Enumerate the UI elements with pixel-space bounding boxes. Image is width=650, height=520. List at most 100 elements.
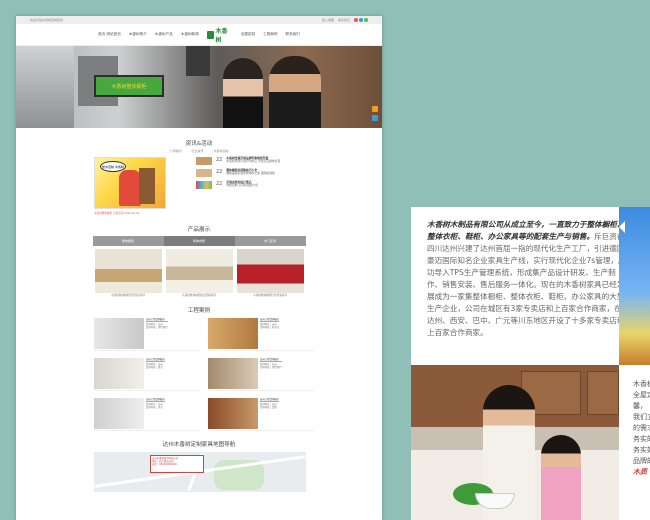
weibo-icon[interactable]: [354, 18, 358, 22]
case-card[interactable]: 达州工程案例展示 案例地址：达州 案例风格：美式: [94, 397, 200, 431]
right-text-line: 馨，: [633, 402, 647, 410]
product-card[interactable]: 木香树整体橱柜欧式风格系列: [164, 248, 235, 297]
photo-cabinet: [587, 371, 619, 415]
tab-doors[interactable]: 木门系列: [234, 235, 306, 246]
case-card[interactable]: 达州工程案例展示 案例地址：达州 案例风格：现代简约: [208, 357, 314, 391]
case-card[interactable]: 达州工程案例展示 案例地址：达州 案例风格：新中式: [208, 317, 314, 351]
panel-notch: [619, 221, 625, 233]
case-card[interactable]: 达州工程案例展示 案例地址：达州 案例风格：现代简约: [94, 317, 200, 351]
right-text-line: 的需求: [633, 424, 650, 432]
cartoon-door: [139, 168, 155, 204]
product-card[interactable]: 木香树整体橱柜现代简约系列: [93, 248, 164, 297]
main-nav: 首页 网站首页 木香树简介 木香树产品 木香树新闻 木香树 全屋定制 工程案例 …: [16, 24, 382, 46]
product-image: [236, 248, 304, 293]
news-desc: 衣柜定制 空间利用最大化: [226, 183, 259, 188]
banner-cabinet: [16, 46, 74, 128]
news-thumb: [196, 157, 212, 165]
location-map[interactable]: 达州木香树家具有限公司 地址：四川省达州市 电话：0818-0000000: [94, 451, 306, 492]
banner-man: [269, 56, 321, 128]
case-desc: 案例地址：达州 案例风格：现代简约: [260, 362, 282, 369]
product-image: [165, 248, 233, 293]
right-text-line: 品牌的: [633, 457, 650, 465]
tab-wardrobes[interactable]: 整体衣柜: [163, 235, 235, 246]
float-top-icon[interactable]: [372, 115, 378, 121]
product-card[interactable]: 木香树整体橱柜红色烤漆系列: [235, 248, 306, 297]
news-section-title: 资讯&活动: [185, 141, 213, 147]
right-text-line: 木质: [633, 468, 647, 476]
website-page: 欢迎光临木香树定制家具 加入收藏 联系我们 首页 网站首页 木香树简介 木香树产…: [16, 16, 382, 520]
right-text-line: 务实好: [633, 446, 650, 454]
right-text-line: 木香树: [633, 380, 650, 388]
product-tabs: 整体橱柜 整体衣柜 木门系列: [16, 235, 382, 246]
logo[interactable]: 木香树: [206, 28, 233, 44]
case-title: 达州工程案例展示: [260, 317, 280, 322]
news-block: 整木定制 木香树 22 木香树全屋定制品牌形象焕新升级 木香树坚持以客户为中心 为…: [94, 156, 306, 209]
news-item[interactable]: 22 整体橱柜的选购技巧大全 橱柜是厨房装修的重中之重 选购需谨慎: [196, 168, 306, 177]
news-desc: 橱柜是厨房装修的重中之重 选购需谨慎: [226, 171, 275, 176]
news-desc: 木香树坚持以客户为中心 为您打造整体家居: [226, 159, 281, 164]
tab-activities[interactable]: 木香树活动: [214, 149, 229, 153]
news-text: 定制衣柜的设计要点 衣柜定制 空间利用最大化: [226, 180, 296, 188]
right-text-line: 我们立: [633, 413, 650, 421]
case-info: 达州工程案例展示 案例地址：达州 案例风格：现代简约: [260, 358, 282, 390]
tab-company-news[interactable]: 公司新闻: [169, 149, 181, 153]
case-image: [208, 397, 258, 429]
banner-woman: [223, 58, 263, 128]
news-text: 整体橱柜的选购技巧大全 橱柜是厨房装修的重中之重 选购需谨慎: [226, 168, 296, 176]
photo-child: [541, 435, 581, 520]
map-popup: 达州木香树家具有限公司 地址：四川省达州市 电话：0818-0000000: [150, 454, 204, 473]
float-qq-icon[interactable]: [372, 106, 378, 112]
news-text: 木香树全屋定制品牌形象焕新升级 木香树坚持以客户为中心 为您打造整体家居: [226, 156, 296, 164]
news-thumb: [196, 181, 212, 189]
case-title: 达州工程案例展示: [146, 318, 168, 322]
hero-banner: 木香树整体橱柜: [16, 46, 382, 128]
news-feature-image[interactable]: 整木定制 木香树: [94, 157, 166, 209]
cartoon-figure: [119, 170, 141, 206]
favorite-link[interactable]: 加入收藏: [322, 18, 334, 22]
case-card[interactable]: 达州工程案例展示 案例地址：达州 案例风格：欧式: [94, 357, 200, 391]
about-panel: 木香树木制品有限公司从成立至今，一直致力于整体橱柜、整体衣柜、鞋柜、办公家具等的…: [411, 207, 650, 520]
nav-item-cases[interactable]: 工程案例: [263, 32, 277, 37]
cases-grid: 达州工程案例展示 案例地址：达州 案例风格：现代简约 达州工程案例展示 案例地址：达…: [94, 317, 382, 431]
about-body: 斥巨资在四川达州兴建了达州首屈一指的现代化生产工厂，引进德国豪迈国际知名企业家具…: [427, 232, 626, 337]
product-caption: 木香树整体橱柜红色烤漆系列: [253, 293, 287, 297]
nav-item-about[interactable]: 木香树简介: [129, 32, 147, 37]
news-day: 22: [216, 169, 223, 175]
nav-item-news[interactable]: 木香树新闻: [181, 32, 199, 37]
case-title: 达州工程案例展示: [146, 357, 166, 362]
nav-item-home[interactable]: 首页 网站首页: [98, 32, 121, 37]
banner-sign: 木香树整体橱柜: [94, 75, 164, 97]
case-desc: 案例地址：达州 案例风格：美式: [146, 402, 163, 409]
tab-industry-news[interactable]: 行业资讯: [191, 149, 203, 153]
welcome-text: 欢迎光临木香树定制家具: [30, 18, 64, 22]
case-desc: 案例地址：达州 案例风格：北欧: [260, 402, 277, 409]
qq-icon[interactable]: [359, 18, 363, 22]
nav-item-custom[interactable]: 全屋定制: [241, 32, 255, 37]
case-card[interactable]: 达州工程案例展示 案例地址：达州 案例风格：北欧: [208, 397, 314, 431]
wechat-icon[interactable]: [364, 18, 368, 22]
product-image: [94, 248, 162, 293]
tab-cabinets[interactable]: 整体橱柜: [92, 235, 164, 246]
nav-item-contact[interactable]: 联系我们: [286, 32, 300, 37]
cases-section-title: 工程案例: [187, 307, 211, 314]
news-caption: 木香树整体橱柜 全屋定制 2016-04-22: [94, 212, 140, 215]
case-image: [208, 357, 258, 389]
news-item[interactable]: 22 木香树全屋定制品牌形象焕新升级 木香树坚持以客户为中心 为您打造整体家居: [196, 156, 306, 165]
case-title: 达州工程案例展示: [260, 358, 282, 362]
news-day: 22: [216, 181, 223, 187]
social-icons: [354, 18, 368, 22]
case-desc: 案例地址：达州 案例风格：新中式: [260, 322, 280, 329]
contact-link[interactable]: 联系我们: [338, 18, 350, 22]
case-info: 达州工程案例展示 案例地址：达州 案例风格：欧式: [146, 357, 166, 390]
news-tabs: 公司新闻 行业资讯 木香树活动: [16, 149, 382, 153]
case-desc: 案例地址：达州 案例风格：现代简约: [146, 322, 168, 329]
case-info: 达州工程案例展示 案例地址：达州 案例风格：北欧: [260, 398, 280, 430]
case-info: 达州工程案例展示 案例地址：达州 案例风格：美式: [146, 397, 166, 430]
case-image: [208, 317, 258, 349]
case-title: 达州工程案例展示: [146, 397, 166, 402]
nav-item-products[interactable]: 木香树产品: [155, 32, 173, 37]
news-item[interactable]: 22 定制衣柜的设计要点 衣柜定制 空间利用最大化: [196, 180, 306, 189]
product-caption: 木香树整体橱柜欧式风格系列: [182, 293, 216, 297]
case-info: 达州工程案例展示 案例地址：达州 案例风格：现代简约: [146, 318, 168, 350]
banner-hood: [186, 46, 210, 76]
